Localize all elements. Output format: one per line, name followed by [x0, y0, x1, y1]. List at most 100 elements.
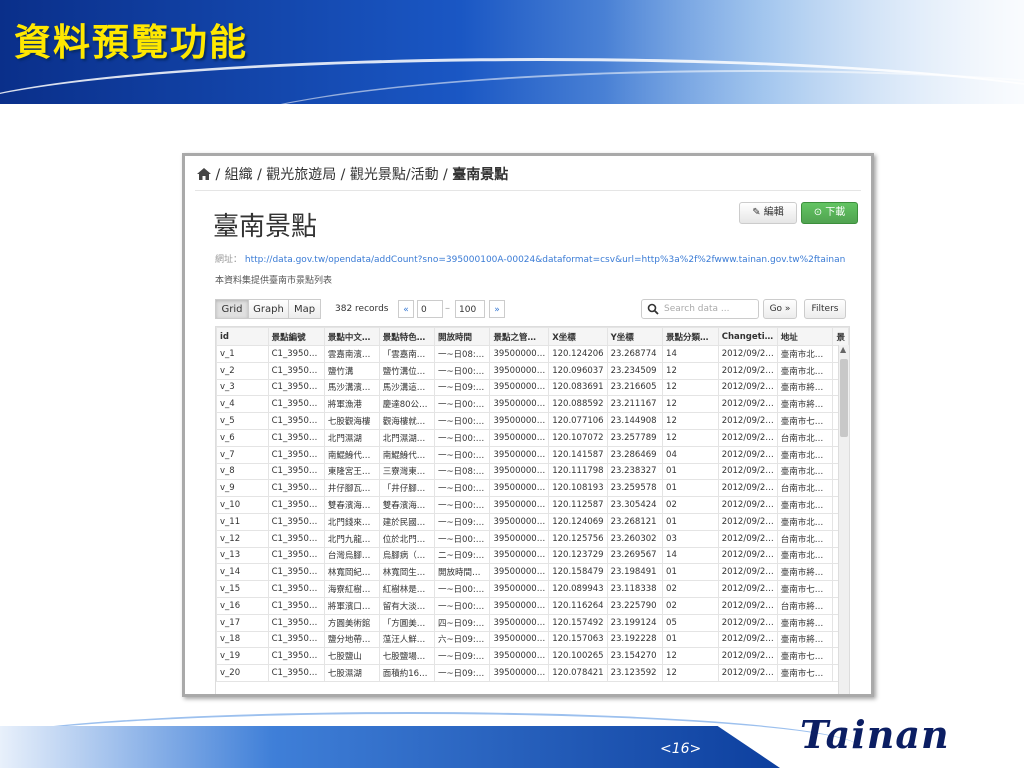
column-header[interactable]: id: [216, 327, 269, 346]
table-cell: v_12: [216, 529, 269, 548]
column-header[interactable]: 景點特色…: [378, 327, 435, 346]
table-cell: 鹽竹溝: [323, 361, 380, 380]
table-cell: 北門濕湖: [323, 428, 380, 447]
table-cell: 一~日00:…: [433, 428, 491, 447]
column-header[interactable]: 地址: [776, 327, 834, 346]
table-row[interactable]: v_12 C1_3950… 北門九龍… 位於北門… 一~日00:… 39500000… 12…: [216, 529, 849, 548]
table-cell: 2012/09/2…: [717, 512, 778, 531]
home-icon[interactable]: [197, 168, 211, 180]
go-button[interactable]: Go »: [763, 299, 797, 319]
table-cell: 2012/09/2…: [717, 361, 778, 380]
search-input[interactable]: Search data ...: [641, 299, 759, 319]
next-page-button[interactable]: »: [489, 300, 505, 318]
table-cell: 14: [662, 345, 719, 363]
tab-graph[interactable]: Graph: [248, 299, 289, 319]
column-header[interactable]: 景點編號: [267, 327, 325, 346]
url-row: 網址： http://data.gov.tw/opendata/addCount…: [215, 252, 845, 265]
breadcrumb-path[interactable]: / 組織 / 觀光旅遊局 / 觀光景點/活動 /: [215, 167, 452, 183]
table-cell: 一~日08:…: [433, 345, 491, 363]
table-row[interactable]: v_20 C1_3950… 七股濕湖 面積約16… 一~日09:… 39500000… 12…: [216, 664, 849, 682]
column-header[interactable]: Y坐標: [606, 327, 664, 346]
column-header[interactable]: 景點之管…: [489, 327, 550, 346]
table-row[interactable]: v_18 C1_3950… 鹽分地帶… 蕰汪人鮮… 六~日09:… 39500000… 12…: [216, 630, 849, 649]
table-cell: 120.111798: [548, 462, 608, 481]
table-cell: C1_3950…: [267, 378, 325, 397]
table-cell: 01: [662, 563, 719, 582]
tab-grid[interactable]: Grid: [215, 299, 249, 319]
dataset-description: 本資料集提供臺南市景點列表: [215, 276, 333, 286]
column-header[interactable]: Changeti…: [717, 327, 778, 346]
table-cell: 39500000…: [489, 412, 550, 430]
filters-button[interactable]: Filters: [804, 299, 846, 319]
table-cell: C1_3950…: [267, 664, 325, 682]
table-cell: 03: [662, 529, 719, 548]
breadcrumb-current: 臺南景點: [452, 167, 509, 183]
table-row[interactable]: v_14 C1_3950… 林寬岡紀… 林寬岡生… 開放時間… 39500000… 120.…: [216, 563, 849, 582]
table-cell: 位於北門…: [378, 529, 435, 548]
table-cell: 23.305424: [606, 496, 664, 514]
column-header[interactable]: X坐標: [548, 327, 608, 346]
scroll-up-icon[interactable]: ▲: [840, 345, 846, 354]
offset-from-input[interactable]: 0: [417, 300, 443, 318]
table-cell: 12: [662, 428, 719, 447]
table-cell: 01: [662, 462, 719, 481]
table-cell: 台灣烏腳…: [323, 546, 380, 565]
table-cell: 23.259578: [606, 479, 664, 498]
table-row[interactable]: v_19 C1_3950… 七股鹽山 七股鹽場… 一~日09:… 39500000… 120…: [216, 647, 849, 666]
tab-map[interactable]: Map: [288, 299, 321, 319]
table-cell: 臺南市北…: [776, 361, 834, 380]
dataset-url-link[interactable]: http://data.gov.tw/opendata/addCount?sno…: [245, 255, 845, 265]
table-cell: 05: [662, 613, 719, 632]
table-cell: 三寮灣東…: [378, 462, 435, 481]
column-header[interactable]: 景點中文…: [323, 327, 380, 346]
table-cell: 「井仔腳…: [378, 479, 435, 498]
table-cell: 面積約16…: [378, 664, 435, 682]
table-row[interactable]: v_8 C1_3950… 東隆宮王… 三寮灣東… 一~日08:… 39500000… 120…: [216, 462, 849, 481]
table-cell: 23.225790: [606, 596, 664, 615]
table-row[interactable]: v_1 C1_3950… 雲嘉南濱… 「雲嘉南… 一~日08:… 39500000… 120…: [216, 345, 849, 363]
table-row[interactable]: v_13 C1_3950… 台灣烏腳… 烏腳病（… 二~日09:… 39500000… 12…: [216, 546, 849, 565]
table-row[interactable]: v_4 C1_3950… 將軍漁港 慶達80公… 一~日00:… 39500000… 120…: [216, 395, 849, 414]
table-cell: 一~日00:…: [433, 580, 491, 598]
table-cell: 39500000…: [489, 630, 550, 649]
table-cell: 蕰汪人鮮…: [378, 630, 435, 649]
column-header[interactable]: 景: [832, 327, 849, 346]
table-row[interactable]: v_10 C1_3950… 雙春濱海… 雙春濱海… 一~日00:… 39500000… 12…: [216, 496, 849, 514]
download-button[interactable]: ⊙ 下載: [801, 202, 858, 224]
table-row[interactable]: v_17 C1_3950… 方圓美術館 「方圓美… 四~日09:… 39500000… 12…: [216, 613, 849, 632]
table-row[interactable]: v_6 C1_3950… 北門濕湖 北門濕湖… 一~日00:… 39500000… 120.…: [216, 428, 849, 447]
table-cell: 將軍漁港: [323, 395, 380, 414]
table-cell: 2012/09/2…: [717, 378, 778, 397]
table-cell: 2012/09/2…: [717, 563, 778, 582]
column-header[interactable]: 開放時間: [433, 327, 491, 346]
table-cell: 「雲嘉南…: [378, 345, 435, 363]
download-icon: ⊙: [813, 207, 826, 218]
header-fade: [604, 0, 1024, 104]
column-header[interactable]: 景點分類…: [662, 327, 719, 346]
table-row[interactable]: v_16 C1_3950… 將軍濱口… 留有大淡… 一~日00:… 39500000… 12…: [216, 596, 849, 615]
breadcrumb: / 組織 / 觀光旅遊局 / 觀光景點/活動 / 臺南景點: [197, 164, 508, 184]
table-row[interactable]: v_5 C1_3950… 七股觀海樓 觀海樓就… 一~日00:… 39500000… 120…: [216, 412, 849, 430]
table-cell: 2012/09/2…: [717, 546, 778, 565]
table-row[interactable]: v_11 C1_3950… 北門錢來… 建於民國… 一~日09:… 39500000… 12…: [216, 512, 849, 531]
table-cell: 23.123592: [606, 664, 664, 682]
prev-page-button[interactable]: «: [398, 300, 414, 318]
table-cell: 七股濕湖: [323, 664, 380, 682]
table-row[interactable]: v_9 C1_3950… 井仔腳瓦… 「井仔腳… 一~日00:… 39500000… 120…: [216, 479, 849, 498]
table-cell: 南鯤鯓代…: [378, 445, 435, 464]
table-row[interactable]: v_3 C1_3950… 馬沙溝濱… 馬沙溝這… 一~日09:… 39500000… 120…: [216, 378, 849, 397]
table-cell: v_11: [216, 512, 269, 531]
scrollbar-thumb[interactable]: [840, 359, 848, 437]
table-row[interactable]: v_15 C1_3950… 海寮紅樹… 紅樹林是… 一~日00:… 39500000… 12…: [216, 580, 849, 598]
table-cell: 39500000…: [489, 496, 550, 514]
table-cell: 120.089943: [548, 580, 608, 598]
table-row[interactable]: v_2 C1_3950… 鹽竹溝 鹽竹溝位… 一~日00:… 39500000… 120.0…: [216, 361, 849, 380]
table-cell: 39500000…: [489, 345, 550, 363]
table-cell: 2012/09/2…: [717, 647, 778, 666]
vertical-scrollbar[interactable]: ▲: [838, 345, 849, 694]
table-cell: 「方圓美…: [378, 613, 435, 632]
edit-button[interactable]: ✎ 編輯: [739, 202, 797, 224]
offset-to-input[interactable]: 100: [455, 300, 485, 318]
table-cell: 02: [662, 596, 719, 615]
table-row[interactable]: v_7 C1_3950… 南鯤鯓代… 南鯤鯓代… 一~日00:… 39500000… 120…: [216, 445, 849, 464]
